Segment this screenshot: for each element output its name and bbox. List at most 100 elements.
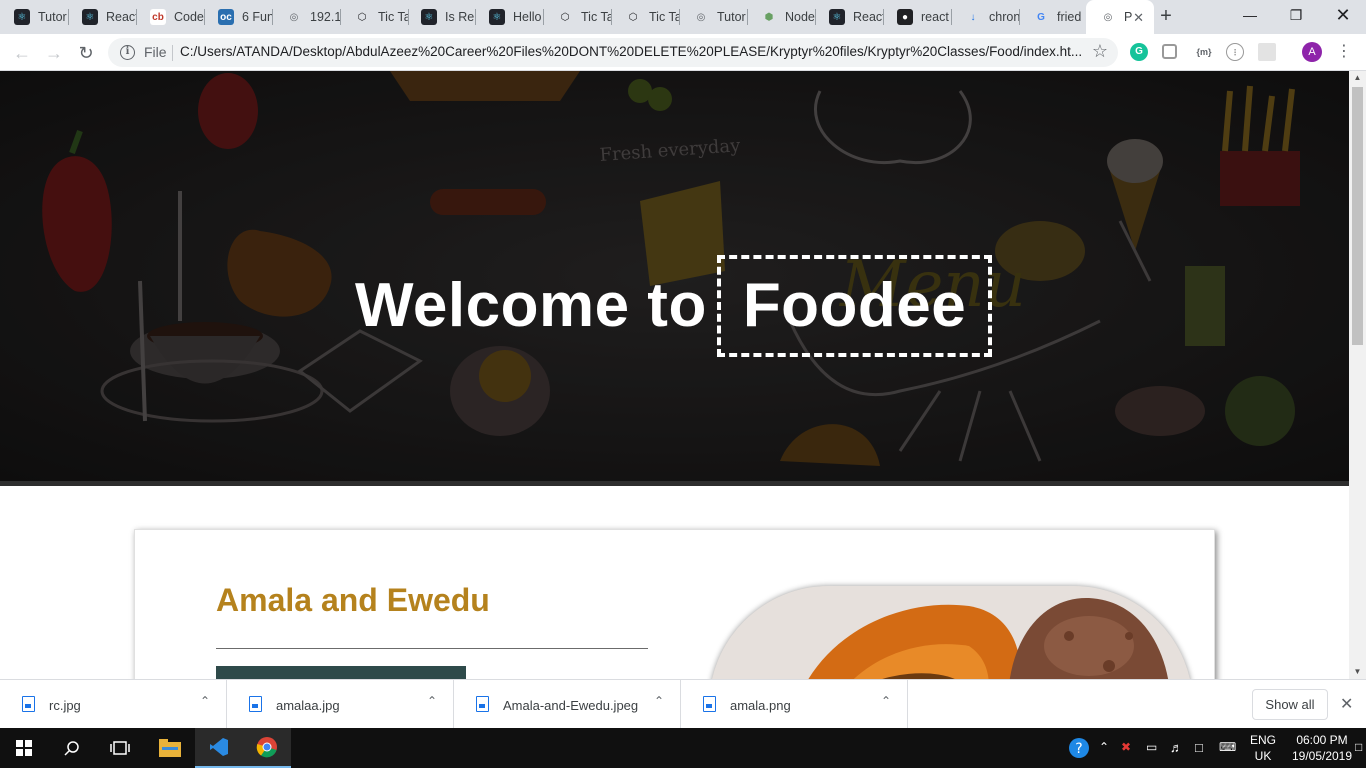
file-explorer-icon[interactable]: [146, 728, 194, 768]
browser-tab[interactable]: ◎ Tutor: [679, 0, 747, 34]
show-all-button[interactable]: Show all: [1252, 689, 1328, 720]
search-icon[interactable]: [48, 728, 96, 768]
help-icon[interactable]: ?: [1068, 737, 1090, 762]
download-filename: amala.png: [730, 698, 791, 713]
chevron-up-icon[interactable]: ⌃: [654, 694, 664, 708]
windows-taskbar: ? ⌃ ✖ ▭ ♬ □ ⌨ ENG UK 06:00 PM 19/05/2019…: [0, 728, 1366, 768]
forward-button[interactable]: →: [42, 41, 66, 65]
chevron-up-icon[interactable]: ⌃: [1099, 740, 1109, 754]
profile-avatar[interactable]: A: [1302, 42, 1322, 62]
codeburst-icon: cb: [150, 9, 166, 25]
tab-label: Tic Ta: [649, 10, 679, 24]
browser-tab[interactable]: ⬢ Node: [747, 0, 815, 34]
browser-tab[interactable]: ◎ 192.1: [272, 0, 340, 34]
chrome-icon[interactable]: [243, 728, 291, 768]
download-filename: Amala-and-Ewedu.jpeg: [503, 698, 639, 713]
react-icon: ⚛: [82, 9, 98, 25]
title-divider: [216, 648, 648, 649]
browser-tab[interactable]: ⚛ Hello: [475, 0, 543, 34]
reload-button[interactable]: ↻: [74, 41, 98, 65]
new-tab-button[interactable]: +: [1155, 5, 1177, 27]
bookmark-star-icon[interactable]: ☆: [1092, 41, 1108, 62]
browser-tab[interactable]: oc 6 Fun: [204, 0, 272, 34]
browser-tab[interactable]: Gfried: [1019, 0, 1087, 34]
browser-tab[interactable]: ⚛ Tutor: [0, 0, 68, 34]
extension-icon[interactable]: [1258, 43, 1276, 61]
browser-tab[interactable]: ↓ chron: [951, 0, 1020, 34]
action-center-icon[interactable]: □: [1355, 740, 1362, 754]
lock-extension-icon[interactable]: [1162, 44, 1177, 59]
download-item[interactable]: rc.jpg ⌃: [0, 680, 227, 729]
battery-icon[interactable]: ▭: [1146, 740, 1157, 754]
extension-icon[interactable]: ⋮: [1226, 43, 1244, 61]
tab-label: 6 Fun: [242, 10, 272, 24]
code-extension-icon[interactable]: {m}: [1192, 43, 1216, 61]
react-icon: ⚛: [829, 9, 845, 25]
close-window-button[interactable]: ✕: [1320, 0, 1366, 30]
browser-tab[interactable]: ⚛ React: [815, 0, 883, 34]
download-filename: rc.jpg: [49, 698, 81, 713]
scroll-down-icon[interactable]: ▼: [1349, 665, 1366, 679]
download-item[interactable]: Amala-and-Ewedu.jpeg ⌃: [454, 680, 681, 729]
chevron-up-icon[interactable]: ⌃: [427, 694, 437, 708]
image-file-icon: [249, 696, 262, 712]
system-clock[interactable]: 06:00 PM 19/05/2019: [1290, 732, 1354, 764]
download-filename: amalaa.jpg: [276, 698, 340, 713]
lang-region: UK: [1254, 749, 1272, 763]
download-item[interactable]: amala.png ⌃: [681, 680, 908, 729]
dish-action-button[interactable]: [216, 666, 466, 679]
chevron-up-icon[interactable]: ⌃: [200, 694, 210, 708]
tab-label: Tic Ta: [581, 10, 611, 24]
close-icon[interactable]: ✕: [1133, 10, 1144, 26]
browser-tab[interactable]: ◎ P ✕: [1086, 0, 1154, 34]
tab-label: chron: [989, 10, 1019, 24]
task-view-icon[interactable]: [96, 728, 144, 768]
antivirus-icon[interactable]: ✖: [1121, 740, 1131, 754]
back-button[interactable]: ←: [10, 41, 34, 65]
tab-label: Hello: [513, 10, 542, 24]
chrome-menu-icon[interactable]: ⋮: [1336, 42, 1352, 62]
browser-tab[interactable]: ⚛ React: [68, 0, 136, 34]
react-icon: ⚛: [14, 9, 30, 25]
close-icon[interactable]: ✕: [1340, 694, 1353, 714]
browser-tab[interactable]: cb Code: [136, 0, 204, 34]
divider: [172, 45, 173, 61]
scroll-up-icon[interactable]: ▲: [1349, 71, 1366, 85]
clock-date: 19/05/2019: [1291, 749, 1353, 763]
language-indicator[interactable]: ENG UK: [1250, 732, 1276, 764]
download-icon: ↓: [970, 11, 976, 23]
restore-button[interactable]: ❐: [1273, 0, 1319, 30]
volume-icon[interactable]: ♬: [1170, 740, 1183, 755]
download-item[interactable]: amalaa.jpg ⌃: [227, 680, 454, 729]
globe-icon: ◎: [696, 11, 706, 23]
scheme-label: File: [144, 44, 167, 60]
keyboard-icon[interactable]: ⌨: [1219, 740, 1236, 754]
downloads-bar: rc.jpg ⌃ amalaa.jpg ⌃ Amala-and-Ewedu.jp…: [0, 679, 1366, 729]
browser-tab[interactable]: ⬡ Tic Ta: [340, 0, 408, 34]
chevron-up-icon[interactable]: ⌃: [881, 694, 891, 708]
browser-tab[interactable]: ● react: [883, 0, 951, 34]
windows-start-icon[interactable]: [0, 728, 48, 768]
browser-toolbar: ← → ↻ i File C:/Users/ATANDA/Desktop/Abd…: [0, 34, 1366, 71]
address-bar[interactable]: i File C:/Users/ATANDA/Desktop/AbdulAzee…: [108, 38, 1118, 67]
browser-tab[interactable]: ⬡ Tic Ta: [543, 0, 611, 34]
lang-code: ENG: [1250, 733, 1277, 747]
info-icon[interactable]: i: [120, 45, 135, 60]
globe-icon: ◎: [289, 11, 299, 23]
browser-tab[interactable]: ⚛ Is Re: [407, 0, 475, 34]
tab-strip: ⚛ Tutor ⚛ React cb Code oc 6 Fun ◎ 192.1 ⬡ Tic Ta ⚛ I…: [0, 0, 1366, 34]
browser-tab[interactable]: ⬡ Tic Ta: [611, 0, 679, 34]
grammarly-icon[interactable]: G: [1130, 43, 1148, 61]
tab-label: Is Re: [445, 10, 475, 24]
scroll-thumb[interactable]: [1352, 87, 1363, 345]
minimize-button[interactable]: —: [1227, 0, 1273, 30]
notification-message-icon[interactable]: □: [1195, 740, 1203, 755]
page-viewport: Fresh everyday Menu Welcome to Foodee Ama…: [0, 71, 1349, 679]
react-icon: ⚛: [489, 9, 505, 25]
vscode-icon[interactable]: [195, 728, 243, 768]
dish-title: Amala and Ewedu: [216, 582, 490, 618]
tab-label: Tic Ta: [378, 10, 408, 24]
url-text[interactable]: C:/Users/ATANDA/Desktop/AbdulAzeez%20Car…: [180, 44, 1085, 59]
hero-lead-text: Welcome to: [355, 271, 707, 340]
vertical-scrollbar[interactable]: ▲ ▼: [1349, 71, 1366, 679]
